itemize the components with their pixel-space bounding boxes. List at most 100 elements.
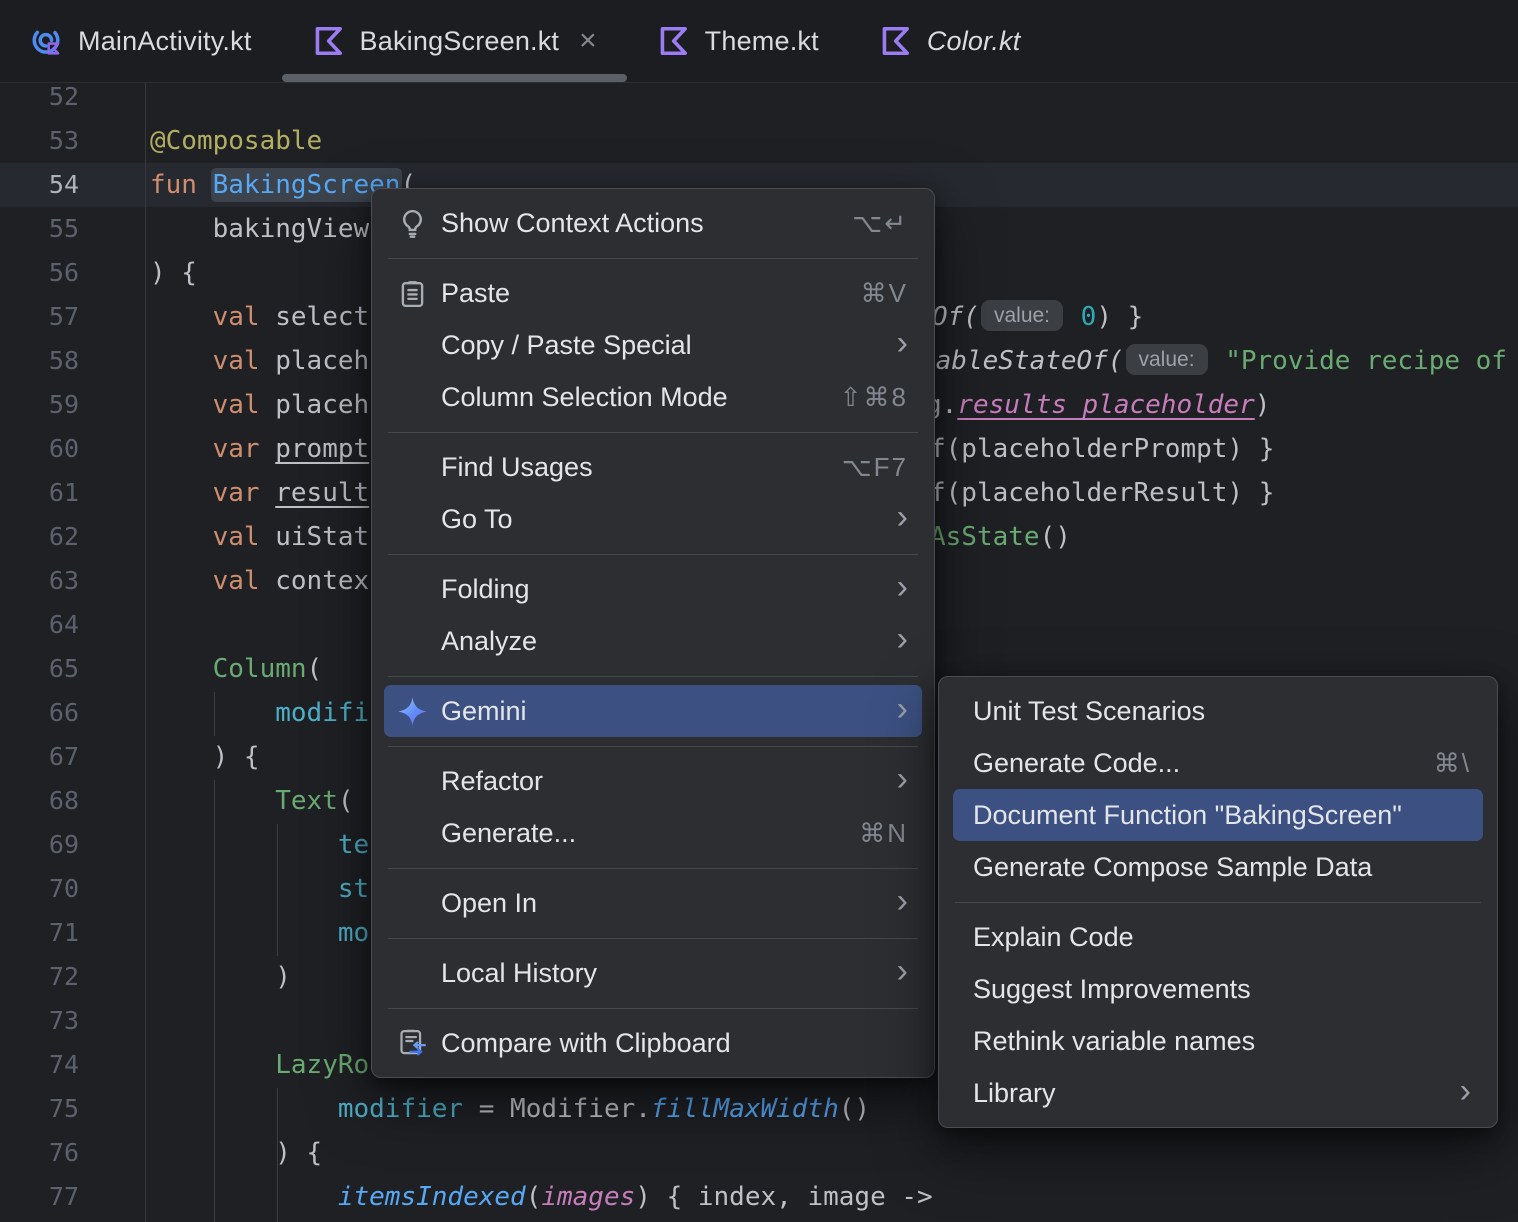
gutter-divider [145, 82, 146, 1222]
menu-item-label: Analyze [441, 625, 538, 656]
menu-item-generate-compose-sample-data[interactable]: Generate Compose Sample Data [939, 841, 1497, 893]
chevron-right-icon: › [896, 620, 908, 658]
menu-separator [372, 545, 934, 563]
menu-item-label: Document Function "BakingScreen" [973, 799, 1402, 830]
menu-item-generate-code[interactable]: Generate Code... ⌘\ [939, 737, 1497, 789]
menu-item-label: Column Selection Mode [441, 381, 728, 412]
menu-separator [372, 859, 934, 877]
code-line-72: ) [150, 962, 291, 992]
menu-item-local-history[interactable]: Local History › [372, 947, 934, 999]
menu-item-compare-with-clipboard[interactable]: Compare with Clipboard [372, 1017, 934, 1069]
chevron-right-icon: › [896, 568, 908, 606]
context-menu: Show Context Actions ⌥↵ Paste ⌘V Copy / Past… [371, 188, 935, 1078]
tab-mainactivity-kt[interactable]: MainActivity.kt [0, 0, 282, 82]
code-line-60-right: f(placeholderPrompt) } [930, 434, 1275, 464]
menu-item-refactor[interactable]: Refactor › [372, 755, 934, 807]
line-number: 59 [48, 390, 79, 419]
code-line-59: val placeh [212, 390, 370, 420]
code-line-56: ) { [150, 258, 197, 288]
line-number: 57 [48, 302, 79, 331]
line-number: 62 [48, 522, 79, 551]
line-number: 53 [48, 126, 79, 155]
menu-item-paste[interactable]: Paste ⌘V [372, 267, 934, 319]
line-number: 61 [48, 478, 79, 507]
code-line-55: bakingView [150, 214, 370, 244]
line-number: 67 [48, 742, 79, 771]
line-number: 73 [48, 1006, 79, 1035]
menu-item-show-context-actions[interactable]: Show Context Actions ⌥↵ [372, 197, 934, 249]
menu-item-label: Refactor [441, 765, 544, 796]
chevron-right-icon: › [896, 882, 908, 920]
menu-item-label: Unit Test Scenarios [973, 695, 1206, 726]
menu-separator [372, 999, 934, 1017]
code-line-53: @Composable [150, 126, 323, 156]
line-number: 60 [48, 434, 79, 463]
compare-clipboard-icon [396, 1027, 441, 1060]
code-line-57-right: Of(value: 0) } [932, 295, 1143, 339]
chevron-right-icon: › [896, 690, 908, 728]
shortcut-hint: ⇧⌘8 [839, 381, 908, 412]
lightbulb-icon [396, 207, 441, 240]
menu-item-copy-paste-special[interactable]: Copy / Paste Special › [372, 319, 934, 371]
line-number: 72 [48, 962, 79, 991]
shortcut-hint: ⌥F7 [841, 451, 908, 482]
line-number: 70 [48, 874, 79, 903]
menu-item-library[interactable]: Library › [939, 1067, 1497, 1119]
tab-bakingscreen-kt[interactable]: BakingScreen.kt × [282, 0, 627, 82]
code-line-61: var result [212, 478, 370, 508]
code-line-58: val placeh [212, 346, 370, 376]
inline-hint-chip: value: [1125, 343, 1208, 376]
line-number: 64 [48, 610, 79, 639]
menu-item-column-selection-mode[interactable]: Column Selection Mode ⇧⌘8 [372, 371, 934, 423]
active-tab-underline [282, 74, 627, 82]
menu-item-open-in[interactable]: Open In › [372, 877, 934, 929]
code-line-63: val contex [212, 566, 370, 596]
menu-item-unit-test-scenarios[interactable]: Unit Test Scenarios [939, 685, 1497, 737]
chevron-right-icon: › [896, 760, 908, 798]
menu-item-go-to[interactable]: Go To › [372, 493, 934, 545]
tab-label: Theme.kt [704, 25, 819, 56]
tab-color-kt[interactable]: Color.kt [849, 0, 1051, 82]
android-activity-icon [30, 24, 64, 58]
menu-item-analyze[interactable]: Analyze › [372, 615, 934, 667]
code-line-65: Column( [212, 654, 323, 684]
tab-label: Color.kt [926, 25, 1021, 56]
close-icon[interactable]: × [579, 26, 597, 56]
chevron-right-icon: › [1459, 1072, 1471, 1110]
code-line-60: var prompt [212, 434, 370, 464]
code-line-68: Text( [275, 786, 354, 816]
line-number: 55 [48, 214, 79, 243]
menu-item-rethink-variable-names[interactable]: Rethink variable names [939, 1015, 1497, 1067]
code-line-75: modifier = Modifier.fillMaxWidth() [337, 1094, 871, 1124]
chevron-right-icon: › [896, 324, 908, 362]
code-line-71: mo [337, 918, 370, 948]
clipboard-icon [396, 277, 441, 310]
menu-item-label: Rethink variable names [973, 1025, 1256, 1056]
menu-item-label: Folding [441, 573, 530, 604]
editor-tab-bar: MainActivity.kt BakingScreen.kt × Theme.kt C… [0, 0, 1518, 83]
line-number: 58 [48, 346, 79, 375]
code-line-76: ) { [150, 1138, 323, 1168]
line-number: 74 [48, 1050, 79, 1079]
menu-item-gemini[interactable]: Gemini › [384, 685, 922, 737]
menu-separator [372, 929, 934, 947]
gemini-star-icon [396, 695, 441, 728]
menu-item-document-function-bakingscreen[interactable]: Document Function "BakingScreen" [953, 789, 1483, 841]
chevron-right-icon: › [896, 498, 908, 536]
gemini-submenu: Unit Test Scenarios Generate Code... ⌘\ Doc… [938, 676, 1498, 1128]
menu-item-explain-code[interactable]: Explain Code [939, 911, 1497, 963]
menu-item-label: Suggest Improvements [973, 973, 1251, 1004]
shortcut-hint: ⌘N [859, 817, 908, 848]
line-number: 65 [48, 654, 79, 683]
menu-item-suggest-improvements[interactable]: Suggest Improvements [939, 963, 1497, 1015]
menu-item-generate[interactable]: Generate... ⌘N [372, 807, 934, 859]
code-line-70: st [337, 874, 370, 904]
code-line-69: te [337, 830, 370, 860]
menu-item-label: Library [973, 1077, 1056, 1108]
tab-theme-kt[interactable]: Theme.kt [627, 0, 849, 82]
menu-item-find-usages[interactable]: Find Usages ⌥F7 [372, 441, 934, 493]
menu-item-folding[interactable]: Folding › [372, 563, 934, 615]
code-line-77: itemsIndexed(images) { index, image -> [337, 1182, 933, 1212]
inline-hint-chip: value: [980, 299, 1064, 332]
menu-item-label: Open In [441, 887, 538, 918]
